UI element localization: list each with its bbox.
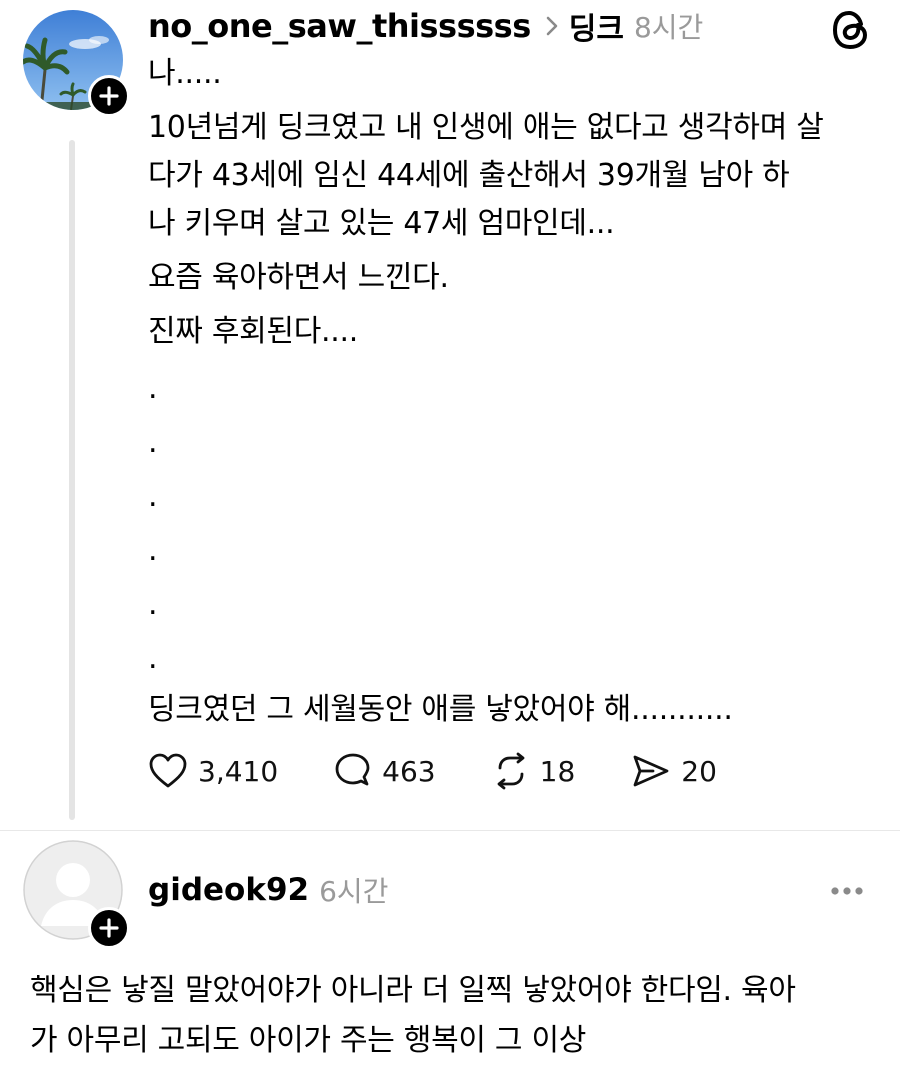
post-line: 10년넘게 딩크였고 내 인생에 애는 없다고 생각하며 살 (148, 110, 824, 145)
post-dot-line: . (148, 533, 158, 568)
reply-header: gideok92 6시간 (148, 868, 388, 912)
plus-icon (99, 86, 119, 106)
like-count: 3,410 (198, 754, 279, 788)
post-line: 요즘 육아하면서 느낀다. (148, 260, 449, 295)
repost-icon (497, 752, 525, 790)
divider (0, 830, 900, 831)
chevron-right-icon (545, 15, 559, 37)
reply-timestamp: 6시간 (319, 875, 389, 908)
reply-text: 핵심은 낳질 말았어야가 아니라 더 일찍 낳았어야 한다임. 육아 가 아무리… (30, 966, 880, 1066)
reply-line: 가 아무리 고되도 아이가 주는 행복이 그 이상 (30, 1023, 587, 1058)
threads-screen: no_one_saw_thissssss 딩크 8시간 나..... 10년넘게… (0, 0, 900, 1072)
comment-button[interactable]: 463 (334, 752, 436, 790)
post-dot-line: . (148, 641, 158, 676)
reply-line: 핵심은 낳질 말았어야가 아니라 더 일찍 낳았어야 한다임. 육아 (30, 973, 796, 1008)
post-dot-line: . (148, 371, 158, 406)
reply-username[interactable]: gideok92 (148, 872, 309, 908)
plus-icon (99, 918, 119, 938)
reply-follow-plus-button[interactable] (88, 907, 130, 949)
threads-logo-icon[interactable] (832, 10, 870, 54)
more-dots-icon[interactable] (830, 882, 864, 901)
follow-plus-button[interactable] (88, 75, 130, 117)
post-line: 다가 43세에 임신 44세에 출산해서 39개월 남아 하 (148, 158, 790, 193)
share-button[interactable]: 20 (631, 753, 717, 789)
like-button[interactable]: 3,410 (148, 753, 278, 789)
post-header: no_one_saw_thissssss 딩크 8시간 (148, 4, 703, 48)
comment-count: 463 (382, 754, 436, 788)
send-icon (633, 755, 669, 787)
post-actions-bar: 3,410 463 18 20 (148, 746, 773, 796)
repost-count: 18 (539, 754, 576, 788)
post-line: 나 키우며 살고 있는 47세 엄마인데... (148, 206, 615, 241)
thread-connector-line (69, 140, 75, 820)
post-timestamp: 8시간 (633, 11, 704, 44)
comment-bubble-icon (335, 753, 370, 786)
post-dot-line: . (148, 587, 158, 622)
post-dot-line: . (148, 425, 158, 460)
share-count: 20 (681, 754, 717, 788)
post-line: 진짜 후회된다.... (148, 314, 358, 349)
post-text: 나..... 10년넘게 딩크였고 내 인생에 애는 없다고 생각하며 살 다가… (148, 50, 878, 734)
post-line: 나..... (148, 56, 222, 91)
heart-icon (149, 753, 187, 788)
post-username[interactable]: no_one_saw_thissssss (148, 7, 531, 45)
topic-tag[interactable]: 딩크 (569, 4, 624, 48)
repost-button[interactable]: 18 (492, 752, 576, 790)
post-line: 딩크였던 그 세월동안 애를 낳았어야 해........... (148, 692, 733, 727)
post-dot-line: . (148, 479, 158, 514)
